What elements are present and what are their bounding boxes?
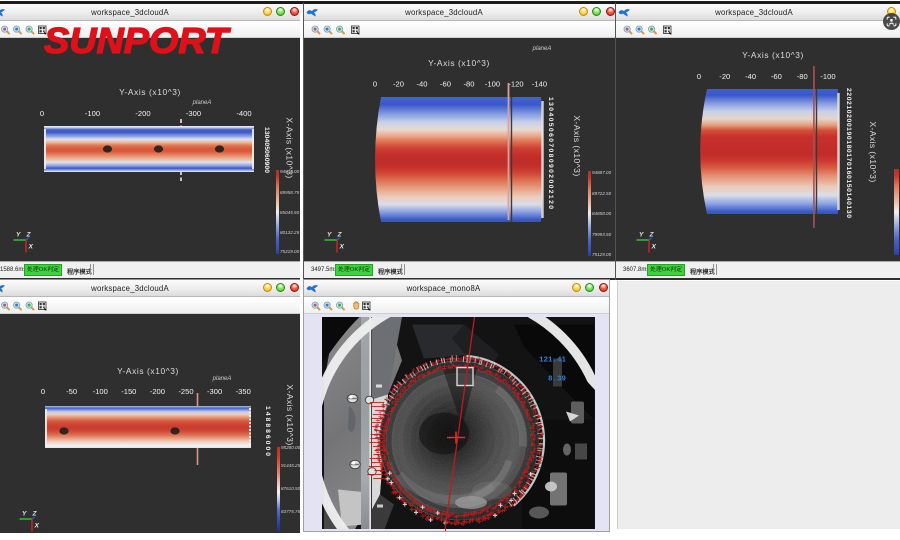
svg-text:1304050607080902002120: 1304050607080902002120 [547, 97, 554, 209]
svg-text:Y-Axis (x10^3): Y-Axis (x10^3) [117, 366, 179, 376]
svg-text:75129.00: 75129.00 [592, 252, 612, 257]
svg-text:94870.00: 94870.00 [280, 169, 300, 174]
svg-text:8.39: 8.39 [547, 375, 566, 383]
svg-text:95280.00: 95280.00 [281, 445, 300, 450]
svg-text:-20: -20 [393, 80, 404, 89]
svg-text:-60: -60 [440, 80, 451, 89]
svg-text:-350: -350 [236, 387, 251, 396]
svg-text:-60: -60 [771, 72, 782, 81]
svg-text:Y: Y [16, 232, 21, 239]
svg-text:Y-Axis (x10^3): Y-Axis (x10^3) [742, 50, 804, 60]
svg-text:Z: Z [649, 232, 655, 239]
svg-text:-100: -100 [820, 72, 835, 81]
svg-text:-20: -20 [719, 72, 730, 81]
svg-text:83775.75: 83775.75 [281, 509, 300, 514]
svg-text:-250: -250 [178, 387, 193, 396]
svg-text:91445.25: 91445.25 [281, 463, 300, 468]
svg-text:Y: Y [22, 511, 27, 518]
svg-text:planeA: planeA [212, 376, 232, 382]
svg-text:-80: -80 [464, 80, 475, 89]
svg-text:0: 0 [697, 72, 701, 81]
svg-text:Z: Z [337, 232, 343, 239]
svg-text:0: 0 [40, 109, 44, 118]
svg-text:Z: Z [26, 232, 32, 239]
svg-text:-200: -200 [150, 387, 165, 396]
svg-text:planeA: planeA [192, 100, 212, 106]
svg-text:89958.75: 89958.75 [280, 190, 300, 195]
svg-text:Y-Axis (x10^3): Y-Axis (x10^3) [428, 58, 490, 68]
svg-text:X: X [339, 244, 345, 251]
svg-text:121.41: 121.41 [538, 356, 566, 364]
svg-text:-50: -50 [66, 387, 77, 396]
svg-text:87610.50: 87610.50 [281, 486, 300, 491]
svg-text:-100: -100 [93, 387, 108, 396]
svg-text:-40: -40 [745, 72, 756, 81]
svg-text:X-Axis (x10^3): X-Axis (x10^3) [868, 121, 878, 182]
svg-text:planeA: planeA [532, 46, 552, 52]
svg-text:148886000: 148886000 [264, 406, 271, 456]
svg-text:89722.50: 89722.50 [592, 191, 612, 196]
svg-text:0: 0 [41, 387, 45, 396]
svg-text:-300: -300 [207, 387, 222, 396]
svg-text:X-Axis (x10^3): X-Axis (x10^3) [285, 384, 295, 445]
svg-text:Y: Y [639, 232, 644, 239]
svg-text:-100: -100 [85, 109, 100, 118]
svg-text:-150: -150 [121, 387, 136, 396]
svg-text:-140: -140 [532, 80, 547, 89]
svg-text:80132.25: 80132.25 [280, 230, 300, 235]
svg-text:Y: Y [327, 232, 332, 239]
svg-text:0: 0 [373, 80, 377, 89]
svg-text:220210200190180170160150140130: 220210200190180170160150140130 [845, 88, 852, 218]
svg-text:-120: -120 [508, 80, 523, 89]
svg-text:94887.00: 94887.00 [592, 170, 612, 175]
svg-text:-200: -200 [135, 109, 150, 118]
svg-text:-300: -300 [186, 109, 201, 118]
svg-text:Y-Axis (x10^3): Y-Axis (x10^3) [119, 87, 181, 97]
svg-text:X: X [34, 523, 40, 530]
svg-text:-40: -40 [417, 80, 428, 89]
svg-text:79993.50: 79993.50 [592, 232, 612, 237]
svg-text:X-Axis (x10^3): X-Axis (x10^3) [572, 115, 582, 176]
svg-text:-400: -400 [236, 109, 251, 118]
svg-text:-100: -100 [485, 80, 500, 89]
svg-text:X: X [651, 244, 657, 251]
svg-text:75219.00: 75219.00 [280, 249, 300, 254]
svg-text:X: X [28, 244, 34, 251]
svg-text:-80: -80 [797, 72, 808, 81]
svg-text:Z: Z [32, 511, 38, 518]
svg-text:84858.00: 84858.00 [592, 211, 612, 216]
svg-text:85045.50: 85045.50 [280, 210, 300, 215]
svg-text:130405060900: 130405060900 [263, 127, 270, 173]
